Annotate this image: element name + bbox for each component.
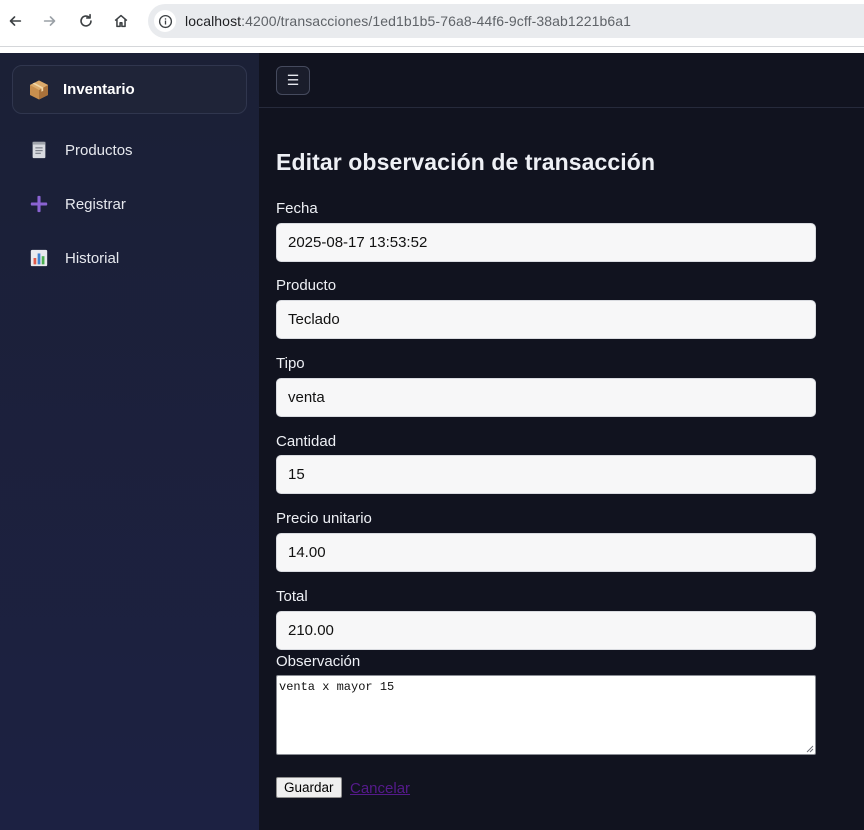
bar-chart-icon [28,247,50,269]
total-value: 210.00 [288,622,334,639]
producto-label: Producto [276,277,337,294]
site-info-icon[interactable] [154,10,176,32]
sidebar-brand[interactable]: Inventario [12,65,247,114]
url-path: :4200/transacciones/1ed1b1b5-76a8-44f6-9… [241,13,632,29]
sidebar-item-label: Registrar [65,195,126,213]
topbar: ☰ [259,53,864,108]
back-arrow-icon[interactable] [1,7,29,35]
producto-field[interactable]: Teclado [276,300,816,339]
package-icon [27,78,51,102]
url-text: localhost:4200/transacciones/1ed1b1b5-76… [185,13,631,29]
plus-icon [28,193,50,215]
sidebar-item-label: Historial [65,249,120,267]
menu-toggle-button[interactable]: ☰ [276,66,310,95]
url-host: localhost [185,13,242,29]
observacion-label: Observación [276,653,361,670]
home-icon[interactable] [107,7,135,35]
sidebar-item-historial[interactable]: Historial [12,237,247,279]
producto-value: Teclado [288,311,340,328]
save-button[interactable]: Guardar [276,777,342,798]
sidebar-item-productos[interactable]: Productos [12,129,247,171]
page-title: Editar observación de transacción [276,149,656,175]
total-label: Total [276,588,308,605]
clipboard-icon [28,139,50,161]
tipo-value: venta [288,389,325,406]
main-content: ☰ Editar observación de transacción Fech… [259,53,864,830]
reload-icon[interactable] [72,7,100,35]
observacion-textarea[interactable]: venta x mayor 15 [276,675,816,755]
fecha-value: 2025-08-17 13:53:52 [288,234,428,251]
fecha-label: Fecha [276,200,318,217]
precio-unitario-label: Precio unitario [276,510,372,527]
cancel-link[interactable]: Cancelar [350,780,410,797]
sidebar: Inventario Productos Registrar Historial [0,53,259,830]
brand-label: Inventario [63,81,135,98]
total-field[interactable]: 210.00 [276,611,816,650]
fecha-field[interactable]: 2025-08-17 13:53:52 [276,223,816,262]
cantidad-field[interactable]: 15 [276,455,816,494]
address-bar[interactable]: localhost:4200/transacciones/1ed1b1b5-76… [148,4,864,38]
sidebar-item-label: Productos [65,141,133,159]
hamburger-icon: ☰ [286,72,300,88]
tipo-field[interactable]: venta [276,378,816,417]
precio-unitario-value: 14.00 [288,544,326,561]
browser-toolbar: localhost:4200/transacciones/1ed1b1b5-76… [0,0,864,46]
precio-unitario-field[interactable]: 14.00 [276,533,816,572]
cantidad-value: 15 [288,466,305,483]
forward-arrow-icon[interactable] [36,7,64,35]
cantidad-label: Cantidad [276,433,337,450]
sidebar-item-registrar[interactable]: Registrar [12,183,247,225]
resize-handle-icon[interactable] [806,745,814,753]
tipo-label: Tipo [276,355,305,372]
